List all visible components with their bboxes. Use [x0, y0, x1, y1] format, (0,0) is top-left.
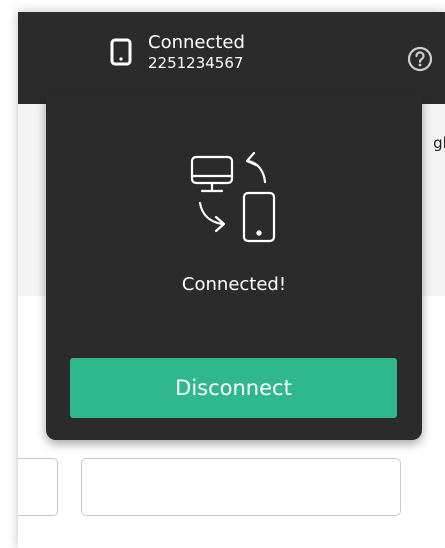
top-bar: Connected 2251234567 — [18, 12, 445, 104]
connection-popup: Connected! Disconnect — [46, 94, 422, 440]
input-field-left[interactable] — [18, 458, 58, 516]
device-sync-icon — [190, 151, 276, 243]
partial-text: gli — [433, 134, 445, 152]
status-text: Connected 2251234567 — [148, 32, 245, 72]
phone-icon — [110, 38, 132, 66]
app-window: Connected 2251234567 gli — [18, 12, 445, 548]
phone-number: 2251234567 — [148, 54, 244, 72]
status-title: Connected — [148, 32, 245, 53]
help-question-icon[interactable] — [407, 46, 433, 72]
input-field-right[interactable] — [81, 458, 401, 516]
disconnect-button[interactable]: Disconnect — [70, 358, 397, 418]
connected-message: Connected! — [181, 274, 287, 295]
connection-status: Connected 2251234567 — [110, 32, 245, 72]
